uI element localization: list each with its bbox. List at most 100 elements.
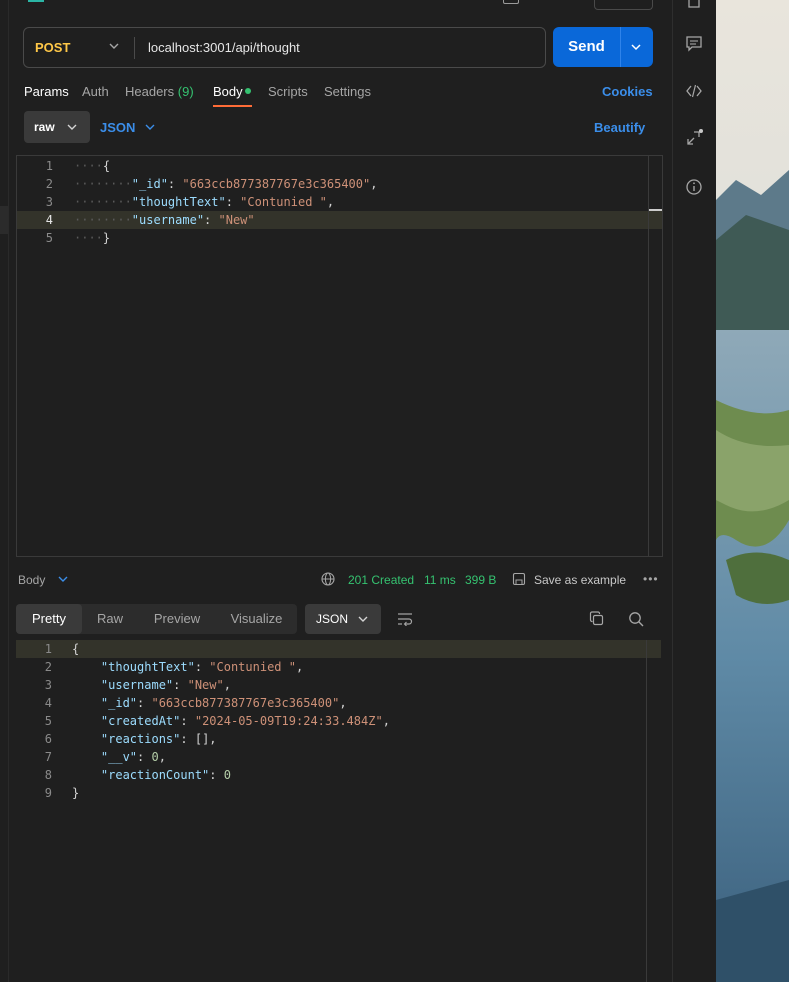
code-token: 0	[223, 768, 231, 782]
code-text: "username": "New",	[72, 676, 231, 694]
code-token: ,	[223, 678, 231, 692]
code-line: 2 ········"_id": "663ccb877387767e3c36540…	[17, 175, 662, 193]
code-line: 4 "_id": "663ccb877387767e3c365400",	[16, 694, 663, 712]
more-options-icon[interactable]: •••	[643, 572, 659, 586]
response-size[interactable]: 399 B	[465, 573, 496, 587]
code-line: 5 "createdAt": "2024-05-09T19:24:33.484Z…	[16, 712, 663, 730]
code-text: "__v": 0,	[72, 748, 166, 766]
beautify-button[interactable]: Beautify	[594, 120, 645, 135]
send-button[interactable]: Send	[553, 27, 620, 67]
related-icon[interactable]	[685, 129, 703, 147]
request-body-editor[interactable]: 1 ····{2 ········"_id": "663ccb877387767e3…	[16, 155, 663, 557]
left-panel-handle[interactable]	[0, 206, 8, 234]
save-icon[interactable]	[503, 0, 519, 4]
code-line: 7 "__v": 0,	[16, 748, 663, 766]
code-text: "createdAt": "2024-05-09T19:24:33.484Z",	[72, 712, 390, 730]
chevron-down-icon	[67, 124, 77, 130]
code-token: "_id"	[100, 696, 138, 710]
left-panel-border	[8, 0, 9, 982]
comments-icon[interactable]	[685, 34, 703, 52]
document-icon[interactable]	[685, 0, 703, 9]
code-text: ····}	[74, 229, 110, 247]
code-text: "reactions": [],	[72, 730, 217, 748]
code-line: 3 "username": "New",	[16, 676, 663, 694]
code-token: "663ccb877387767e3c365400"	[151, 696, 340, 710]
copy-icon[interactable]	[589, 611, 604, 626]
save-icon[interactable]	[512, 572, 526, 586]
code-token: }	[102, 231, 111, 245]
response-time[interactable]: 11 ms	[424, 573, 456, 587]
tab-preview[interactable]: Preview	[138, 604, 216, 634]
send-button-group: Send	[553, 27, 653, 67]
code-token: :	[167, 177, 183, 191]
info-icon[interactable]	[685, 178, 703, 196]
tab-body[interactable]: Body	[213, 84, 243, 99]
chevron-down-icon	[358, 616, 368, 622]
active-tab-underline	[213, 105, 252, 107]
globe-icon[interactable]	[321, 572, 335, 586]
response-format-select[interactable]: JSON	[305, 604, 381, 634]
cookies-link[interactable]: Cookies	[602, 84, 653, 99]
body-mode-select[interactable]: raw	[24, 111, 90, 143]
whitespace-marker: ····	[74, 231, 103, 245]
code-text: "_id": "663ccb877387767e3c365400",	[72, 694, 347, 712]
code-token: ,	[326, 195, 335, 209]
whitespace-marker: ········	[74, 195, 132, 209]
code-line: 1{	[16, 640, 661, 658]
code-token: "New"	[218, 213, 255, 227]
response-body-viewer[interactable]: 1{2 "thoughtText": "Contunied ", 3 "usern…	[16, 640, 663, 982]
code-text: "reactionCount": 0	[72, 766, 231, 784]
code-token: "createdAt"	[100, 714, 181, 728]
viewer-scrollbar[interactable]	[646, 640, 647, 982]
code-token: }	[72, 786, 80, 800]
code-text: ········"username": "New"	[74, 211, 255, 229]
code-icon[interactable]	[685, 82, 703, 100]
share-button[interactable]	[594, 0, 653, 10]
tab-params[interactable]: Params	[24, 84, 69, 99]
code-text: ····{	[74, 157, 110, 175]
line-number: 7	[44, 750, 52, 764]
tab-visualize[interactable]: Visualize	[216, 604, 297, 634]
body-language-select[interactable]: JSON	[100, 120, 135, 135]
url-input[interactable]: localhost:3001/api/thought	[148, 40, 300, 55]
tab-headers[interactable]: Headers (9)	[125, 84, 194, 99]
response-body-select[interactable]: Body	[18, 573, 45, 587]
back-arrow-icon[interactable]	[28, 0, 44, 2]
tab-settings[interactable]: Settings	[324, 84, 371, 99]
code-token: ,	[370, 177, 378, 191]
response-format-label: JSON	[316, 612, 349, 626]
search-icon[interactable]	[628, 611, 644, 627]
tab-pretty[interactable]: Pretty	[16, 604, 82, 634]
code-token: :	[173, 678, 188, 692]
chevron-down-icon[interactable]	[629, 40, 643, 54]
chevron-down-icon[interactable]	[144, 121, 156, 133]
code-token: ,	[339, 696, 347, 710]
code-token: :	[137, 696, 152, 710]
chevron-down-icon[interactable]	[108, 39, 120, 53]
code-token: "New"	[187, 678, 224, 692]
editor-scrollbar[interactable]	[648, 156, 662, 556]
wrap-lines-icon[interactable]	[397, 612, 413, 626]
response-view-tabs: Pretty Raw Preview Visualize	[16, 604, 297, 634]
tab-auth[interactable]: Auth	[82, 84, 109, 99]
code-token: :	[209, 768, 224, 782]
method-select[interactable]: POST	[35, 40, 70, 55]
tab-raw[interactable]: Raw	[82, 604, 138, 634]
code-token: "Contunied "	[209, 660, 296, 674]
code-token: {	[102, 159, 111, 173]
status-code[interactable]: 201 Created	[348, 573, 414, 587]
code-line: 1 ····{	[17, 157, 662, 175]
save-as-example-button[interactable]: Save as example	[534, 573, 626, 587]
code-token: "__v"	[100, 750, 138, 764]
code-token: "reactionCount"	[100, 768, 210, 782]
code-text: "thoughtText": "Contunied ",	[72, 658, 303, 676]
code-text: ········"_id": "663ccb877387767e3c365400…	[74, 175, 377, 193]
tab-scripts[interactable]: Scripts	[268, 84, 308, 99]
code-token: "thoughtText"	[100, 660, 195, 674]
chevron-down-icon[interactable]	[57, 573, 69, 585]
